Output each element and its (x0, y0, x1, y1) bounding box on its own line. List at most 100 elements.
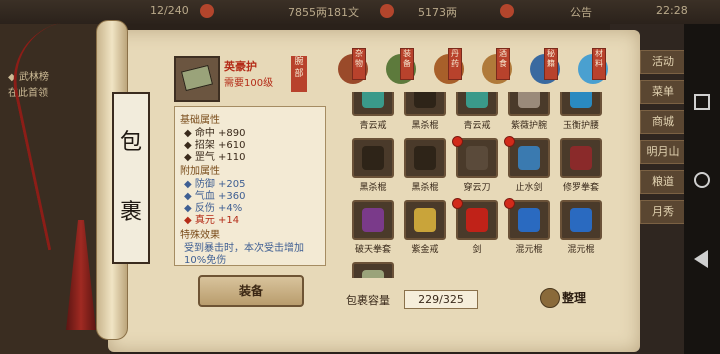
inventory-slot[interactable]: 紫金戒 (402, 200, 448, 256)
item-label: 紫薇护腕 (510, 121, 547, 131)
gem-socket-icon (504, 198, 515, 209)
item-label: 玉衡护腰 (562, 121, 599, 131)
item-icon (570, 92, 592, 108)
bag-icon (540, 288, 560, 308)
item-label: 穿云刀 (463, 183, 491, 193)
base-stat: ◆ 罡气 +110 (184, 152, 246, 163)
tab-label: 杂物 (352, 48, 366, 80)
item-label: 青云戒 (359, 121, 387, 131)
title-char: 包 (119, 130, 142, 155)
item-icon (362, 270, 384, 278)
item-icon (466, 146, 488, 170)
inventory-slot[interactable]: 黑杀棍 (402, 138, 448, 194)
item-icon (570, 146, 592, 170)
month-tab[interactable]: 月秀 (640, 200, 686, 224)
sort-label: 整理 (562, 291, 587, 305)
item-name: 英豪护 (224, 60, 257, 73)
item-frame (560, 200, 602, 240)
tab-label: 酒食 (496, 48, 510, 80)
item-label: 黑杀棍 (411, 183, 439, 193)
inventory-slot[interactable]: 止水剑 (504, 136, 552, 194)
tab-category[interactable]: 材料 (574, 48, 614, 88)
clock: 22:28 (656, 4, 688, 17)
inventory-slot[interactable]: ✔英豪护 (350, 262, 396, 278)
activity-tab[interactable]: 活动 (640, 50, 686, 74)
add-silver-icon[interactable] (500, 4, 514, 18)
shop-tab[interactable]: 商城 (640, 110, 686, 134)
inventory-slot[interactable]: 紫薇护腕 (506, 92, 552, 132)
inventory-slot[interactable]: 黑杀棍 (402, 92, 448, 132)
item-icon (414, 92, 436, 108)
capacity-value: 229/325 (404, 290, 478, 309)
tab-label: 材料 (592, 48, 606, 80)
gem-socket-icon (452, 198, 463, 209)
item-icon (466, 208, 488, 232)
silver-counter: 5173两 (418, 6, 457, 19)
item-label: 剑 (472, 245, 482, 255)
inventory-slot[interactable]: 混元棍 (504, 198, 552, 256)
item-frame (352, 92, 394, 116)
supply-tab[interactable]: 粮道 (640, 170, 686, 194)
tab-label: 装备 (400, 48, 414, 80)
item-icon (518, 208, 540, 232)
inventory-slot[interactable]: 青云戒 (350, 92, 396, 132)
title-char: 裹 (119, 200, 142, 225)
inventory-slot[interactable]: 穿云刀 (452, 136, 500, 194)
bag-title-card: 包 裹 (112, 92, 150, 264)
item-frame (352, 200, 394, 240)
item-icon (518, 92, 540, 108)
item-label: 黑杀棍 (359, 183, 387, 193)
capacity-label: 包裹容量 (346, 294, 390, 307)
tab-category[interactable]: 丹药 (430, 48, 470, 88)
add-coin-icon[interactable] (380, 4, 394, 18)
item-grid: 青云戒 黑杀棍 青云戒 紫薇护腕 玉衡护腰 黑杀棍 黑杀棍 穿云刀 止水剑 修罗拳套 破天拳套 紫金戒… (344, 92, 608, 278)
menu-tab[interactable]: 菜单 (640, 80, 686, 104)
equip-button[interactable]: 装备 (198, 275, 304, 307)
item-label: 修罗拳套 (562, 183, 599, 193)
inventory-slot[interactable]: 破天拳套 (350, 200, 396, 256)
tab-label: 秘籍 (544, 48, 558, 80)
slot-badge: 腕部 (291, 56, 307, 92)
tab-category[interactable]: 酒食 (478, 48, 518, 88)
coin-counter: 7855两181文 (288, 6, 359, 19)
android-nav-bar (684, 24, 720, 354)
item-requirement: 需要100级 (224, 78, 274, 89)
item-label: 混元棍 (567, 245, 595, 255)
item-frame (404, 92, 446, 116)
inventory-slot[interactable]: 混元棍 (558, 200, 604, 256)
gem-socket-icon (452, 136, 463, 147)
item-frame (560, 92, 602, 116)
item-label: 止水剑 (515, 183, 543, 193)
tab-category[interactable]: 装备 (382, 48, 422, 88)
inventory-slot[interactable]: 剑 (452, 198, 500, 256)
level-counter: 12/240 (150, 4, 189, 17)
selected-item-portrait (174, 56, 220, 102)
item-frame (508, 92, 550, 116)
armguard-icon (180, 64, 214, 92)
announcement-link[interactable]: 公告 (570, 4, 592, 20)
location-tab[interactable]: 明月山 (640, 140, 686, 164)
item-icon (570, 208, 592, 232)
item-icon (518, 146, 540, 170)
tab-category[interactable]: 杂物 (334, 48, 374, 88)
home-icon[interactable] (694, 172, 710, 188)
item-frame (352, 138, 394, 178)
item-icon (414, 146, 436, 170)
item-label: 青云戒 (463, 121, 491, 131)
item-icon (362, 146, 384, 170)
inventory-slot[interactable]: 青云戒 (454, 92, 500, 132)
tab-label: 丹药 (448, 48, 462, 80)
item-frame (560, 138, 602, 178)
tab-category[interactable]: 秘籍 (526, 48, 566, 88)
add-icon[interactable] (200, 4, 214, 18)
item-icon (414, 208, 436, 232)
item-frame (404, 200, 446, 240)
item-frame (456, 92, 498, 116)
inventory-slot[interactable]: 玉衡护腰 (558, 92, 604, 132)
sort-button[interactable]: 整理 (540, 284, 602, 310)
recent-apps-icon[interactable] (694, 94, 710, 110)
back-icon[interactable] (694, 250, 708, 268)
item-icon (362, 208, 384, 232)
inventory-slot[interactable]: 黑杀棍 (350, 138, 396, 194)
inventory-slot[interactable]: 修罗拳套 (558, 138, 604, 194)
